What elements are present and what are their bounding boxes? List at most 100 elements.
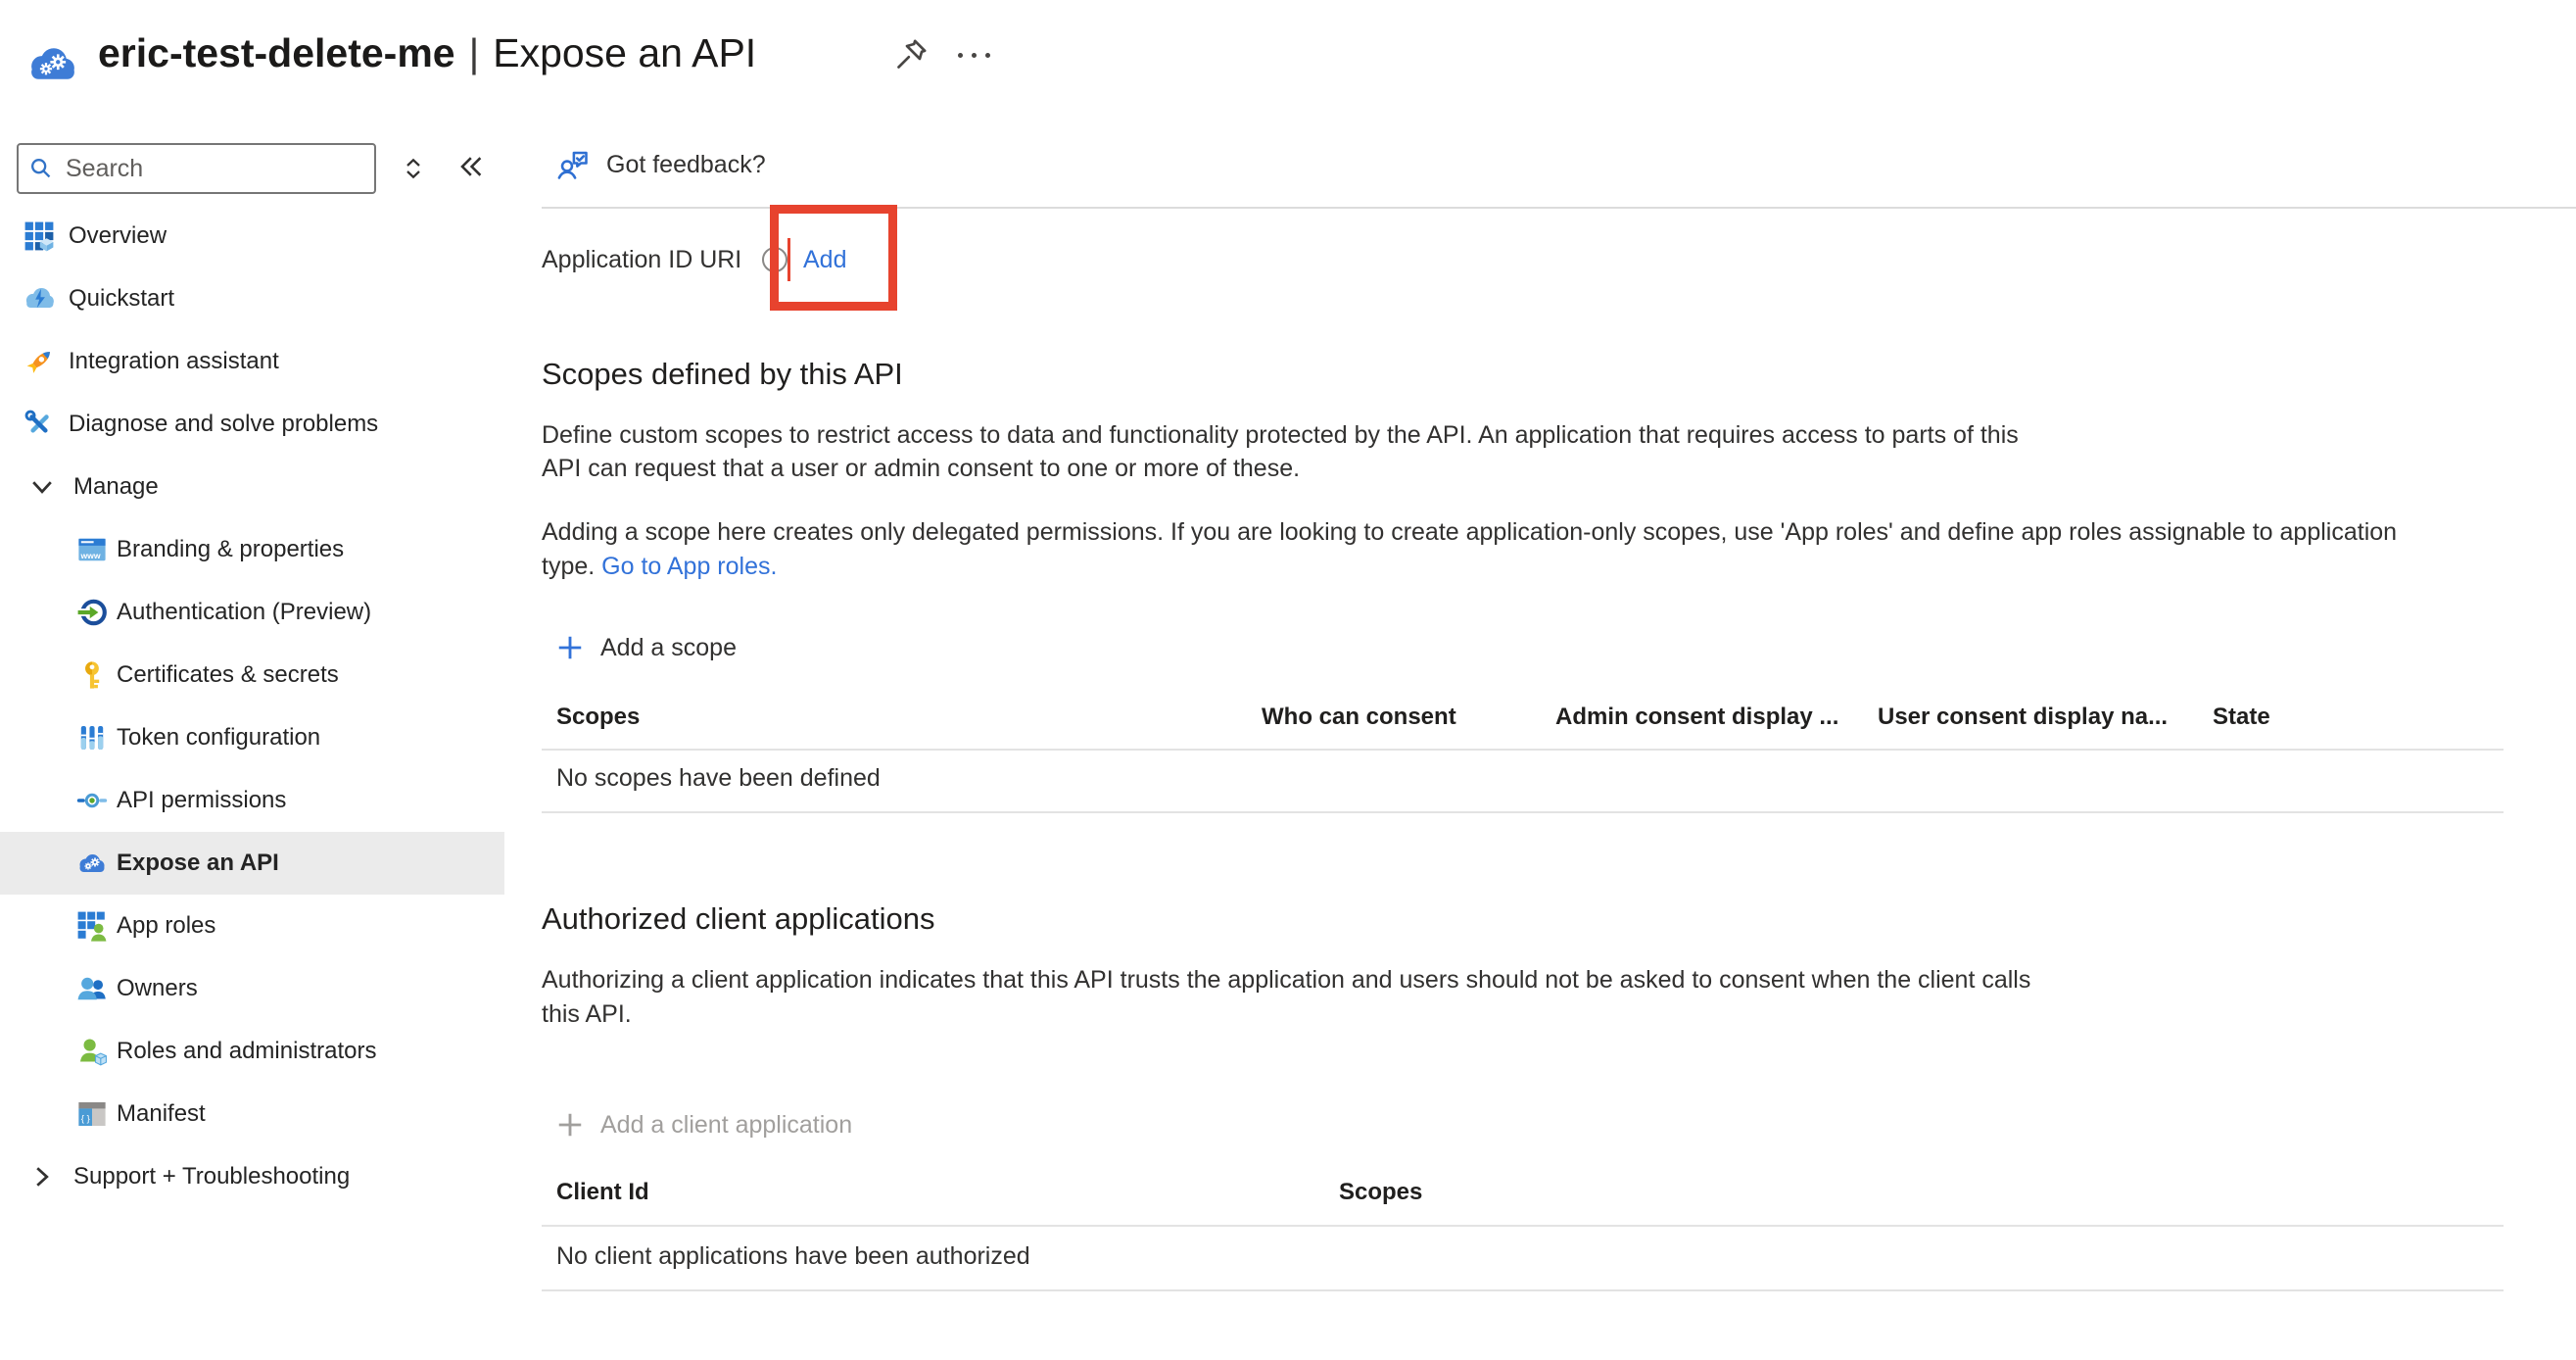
sidebar-item-owners[interactable]: Owners <box>0 957 504 1020</box>
scopes-description-line2: API can request that a user or admin con… <box>542 452 1300 485</box>
sidebar-group-label: Support + Troubleshooting <box>73 1163 350 1190</box>
sidebar-item-label: Token configuration <box>117 724 320 752</box>
sidebar-item-label: Certificates & secrets <box>117 661 339 689</box>
sidebar-item-label: Overview <box>69 222 167 250</box>
client-empty-message: No client applications have been authori… <box>556 1242 1030 1271</box>
sidebar-item-manifest[interactable]: { } Manifest <box>0 1083 504 1145</box>
sidebar-item-expose-an-api[interactable]: Expose an API <box>0 832 504 895</box>
chevron-down-icon <box>26 471 58 503</box>
go-to-app-roles-link[interactable]: Go to App roles. <box>601 553 777 580</box>
scopes-empty-message: No scopes have been defined <box>556 764 881 793</box>
sidebar-item-authentication[interactable]: Authentication (Preview) <box>0 581 504 644</box>
app-name: eric-test-delete-me <box>98 30 455 76</box>
sidebar-item-token-configuration[interactable]: Token configuration <box>0 706 504 769</box>
state-col-header: State <box>2213 704 2270 731</box>
blade-name: Expose an API <box>493 30 756 76</box>
search-icon <box>28 156 54 181</box>
sidebar-item-label: API permissions <box>117 787 286 814</box>
plus-icon <box>555 633 585 662</box>
overview-grid-icon <box>24 220 55 252</box>
app-cloud-gears-icon <box>25 41 80 86</box>
sidebar-item-integration-assistant[interactable]: Integration assistant <box>0 330 504 393</box>
sidebar-item-label: Roles and administrators <box>117 1038 376 1065</box>
client-scopes-col-header: Scopes <box>1339 1179 1422 1206</box>
sidebar-item-overview[interactable]: Overview <box>0 205 504 267</box>
client-id-col-header: Client Id <box>556 1179 649 1206</box>
two-people-icon <box>76 973 108 1004</box>
pin-icon[interactable] <box>891 35 930 74</box>
who-can-consent-col-header: Who can consent <box>1262 704 1456 731</box>
sidebar-item-certificates[interactable]: Certificates & secrets <box>0 644 504 706</box>
sidebar-item-quickstart[interactable]: Quickstart <box>0 267 504 330</box>
reorder-chevrons-icon[interactable] <box>394 149 433 188</box>
key-icon <box>76 659 108 691</box>
sidebar-item-label: Expose an API <box>117 850 279 877</box>
authorized-description-line1: Authorizing a client application indicat… <box>542 963 2030 996</box>
sliders-icon <box>76 722 108 753</box>
sidebar-item-label: Quickstart <box>69 285 174 313</box>
scopes-note-prefix: type. <box>542 553 595 580</box>
sidebar-menu: Overview Quickstart Integra <box>0 205 504 1208</box>
sidebar-item-api-permissions[interactable]: API permissions <box>0 769 504 832</box>
add-a-scope-label: Add a scope <box>600 634 737 662</box>
sidebar-item-label: Integration assistant <box>69 348 279 375</box>
more-options-icon[interactable] <box>958 43 1013 67</box>
person-cube-icon <box>76 1036 108 1067</box>
scopes-table-divider-bottom <box>542 811 2504 813</box>
search-input[interactable] <box>64 154 342 184</box>
scopes-col-header: Scopes <box>556 704 640 731</box>
authorized-description-line2: this API. <box>542 997 632 1031</box>
annotation-mark <box>787 238 790 281</box>
application-id-uri-label: Application ID URI <box>542 241 741 278</box>
authorized-section-title: Authorized client applications <box>542 901 935 937</box>
sidebar-item-label: Diagnose and solve problems <box>69 411 378 438</box>
cloud-bolt-icon <box>24 283 55 315</box>
info-icon[interactable]: i <box>762 247 787 272</box>
title-separator: | <box>469 30 480 76</box>
svg-text:www: www <box>79 551 100 560</box>
sidebar-group-label: Manage <box>73 473 159 501</box>
sidebar-item-branding[interactable]: www Branding & properties <box>0 518 504 581</box>
sign-in-circle-icon <box>76 597 108 628</box>
code-window-icon: { } <box>76 1098 108 1130</box>
add-a-client-application-button[interactable]: Add a client application <box>555 1105 852 1144</box>
person-feedback-icon <box>555 147 591 182</box>
scopes-table-divider-top <box>542 749 2504 751</box>
browser-www-icon: www <box>76 534 108 565</box>
sidebar-item-label: Authentication (Preview) <box>117 599 371 626</box>
sidebar-item-diagnose[interactable]: Diagnose and solve problems <box>0 393 504 456</box>
sidebar-group-support-troubleshooting[interactable]: Support + Troubleshooting <box>0 1145 504 1208</box>
grid-person-icon <box>76 910 108 942</box>
toolbar-divider <box>542 207 2576 209</box>
admin-consent-col-header: Admin consent display ... <box>1555 704 1838 731</box>
collapse-sidebar-icon[interactable] <box>451 147 490 186</box>
sidebar-item-label: Manifest <box>117 1100 206 1128</box>
svg-text:{ }: { } <box>81 1113 91 1124</box>
plus-icon <box>555 1110 585 1140</box>
add-application-id-uri-link[interactable]: Add <box>803 241 846 278</box>
sidebar-item-app-roles[interactable]: App roles <box>0 895 504 957</box>
scopes-section-title: Scopes defined by this API <box>542 357 903 392</box>
client-table-divider-top <box>542 1225 2504 1227</box>
client-table-divider-bottom <box>542 1289 2504 1291</box>
sidebar-group-manage[interactable]: Manage <box>0 456 504 518</box>
add-a-scope-button[interactable]: Add a scope <box>555 628 737 667</box>
scopes-note-line1: Adding a scope here creates only delegat… <box>542 515 2397 549</box>
sidebar-item-label: App roles <box>117 912 215 940</box>
sidebar-search <box>17 143 376 194</box>
got-feedback-button[interactable]: Got feedback? <box>555 145 766 184</box>
user-consent-col-header: User consent display na... <box>1878 704 2168 731</box>
scopes-description-line1: Define custom scopes to restrict access … <box>542 418 2019 452</box>
sidebar-item-roles-and-administrators[interactable]: Roles and administrators <box>0 1020 504 1083</box>
chevron-right-icon <box>26 1161 58 1192</box>
sidebar-item-label: Owners <box>117 975 198 1002</box>
api-permissions-icon <box>76 785 108 816</box>
cloud-gears-icon <box>76 848 108 879</box>
got-feedback-label: Got feedback? <box>606 151 766 179</box>
page-title: eric-test-delete-me | Expose an API <box>98 27 756 78</box>
expose-an-api-page: eric-test-delete-me | Expose an API <box>0 0 2576 1360</box>
sidebar-item-label: Branding & properties <box>117 536 344 563</box>
rocket-icon <box>24 346 55 377</box>
add-a-client-application-label: Add a client application <box>600 1111 852 1140</box>
scopes-note-line2: type. Go to App roles. <box>542 550 777 583</box>
